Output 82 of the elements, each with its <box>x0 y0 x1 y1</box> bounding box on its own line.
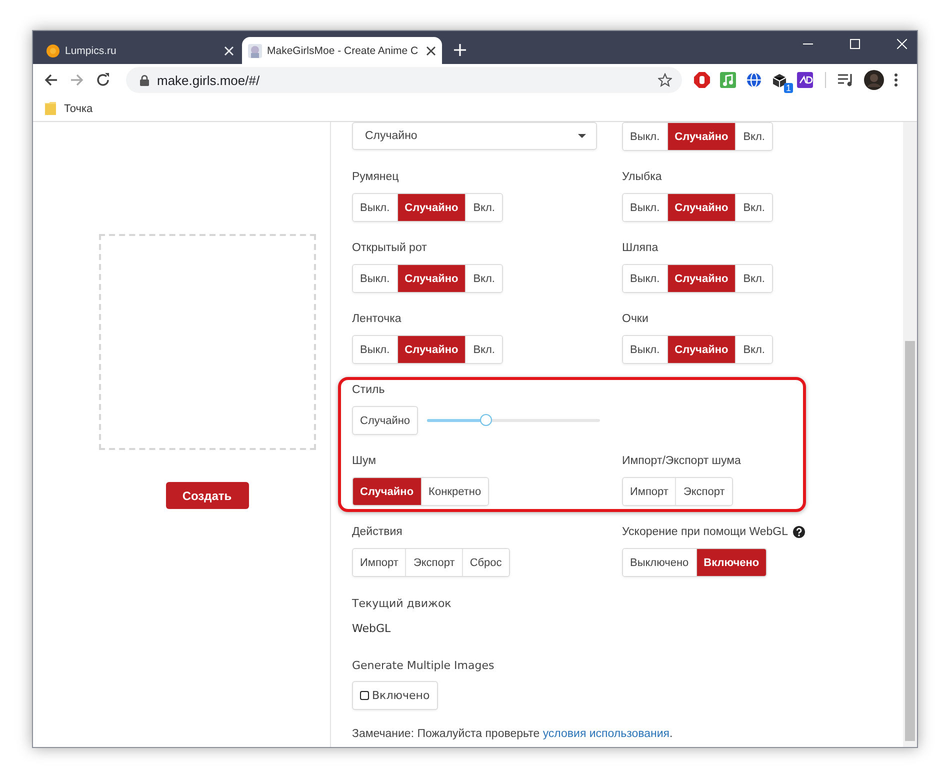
option-button[interactable]: Случайно <box>666 265 736 292</box>
option-button[interactable]: Сброс <box>462 549 509 576</box>
option-button[interactable]: Выкл. <box>353 265 397 292</box>
reload-icon[interactable] <box>96 73 110 87</box>
site-icon <box>46 44 60 58</box>
new-tab-icon[interactable] <box>454 44 466 56</box>
field-label: Открытый рот <box>352 242 427 254</box>
option-button[interactable]: Вкл. <box>735 123 772 150</box>
lock-icon <box>140 74 149 86</box>
option-button[interactable]: Случайно <box>353 478 421 505</box>
option-button[interactable]: Выкл. <box>623 336 667 363</box>
field-label: Очки <box>622 313 648 325</box>
close-icon[interactable] <box>426 46 436 56</box>
dropdown[interactable]: Случайно <box>352 122 597 150</box>
field-label: Шляпа <box>622 242 658 254</box>
field-label: Текущий движок <box>352 596 452 610</box>
field-label: Улыбка <box>622 171 662 183</box>
option-button[interactable]: Вкл. <box>735 265 772 292</box>
option-button[interactable]: Случайно <box>666 336 736 363</box>
field-label: Румянец <box>352 171 399 183</box>
music-note-icon[interactable] <box>720 72 736 88</box>
back-icon[interactable] <box>44 73 58 87</box>
slider-track[interactable] <box>427 414 600 427</box>
option-button[interactable]: Вкл. <box>735 336 772 363</box>
field-label: Ленточка <box>352 313 402 325</box>
option-button[interactable]: Выкл. <box>623 194 667 221</box>
tab-title: Lumpics.ru <box>65 44 118 56</box>
option-button[interactable]: Экспорт <box>405 549 462 576</box>
browser-tab[interactable]: MakeGirlsMoe - Create Anime C <box>242 37 442 64</box>
extension-icon[interactable] <box>797 72 813 88</box>
count-badge: 1 <box>784 82 793 92</box>
option-button[interactable]: Вкл. <box>465 336 502 363</box>
option-button[interactable]: Выкл. <box>353 336 397 363</box>
star-icon[interactable] <box>658 73 672 87</box>
option-button[interactable]: Случайно <box>666 194 736 221</box>
url-text: make.girls.moe/#/ <box>157 72 261 88</box>
option-button[interactable]: Вкл. <box>465 265 502 292</box>
folder-icon <box>45 102 56 115</box>
playlist-icon[interactable] <box>838 73 854 87</box>
option-button[interactable]: Включено <box>696 549 766 576</box>
option-button[interactable]: Экспорт <box>675 478 732 505</box>
browser-tab[interactable]: Lumpics.ru <box>40 37 240 64</box>
option-button[interactable]: Конкретно <box>420 478 488 505</box>
option-button[interactable]: Вкл. <box>735 194 772 221</box>
cube-icon[interactable] <box>772 72 787 88</box>
option-button[interactable]: Случайно <box>396 265 466 292</box>
option-button[interactable]: Выкл. <box>623 123 667 150</box>
option-button[interactable]: Случайно <box>396 336 466 363</box>
address-bar[interactable]: make.girls.moe/#/ <box>126 67 682 93</box>
option-button[interactable]: Выкл. <box>623 265 667 292</box>
create-button[interactable]: Создать <box>166 482 248 509</box>
bookmark-item[interactable]: Точка <box>45 102 93 115</box>
maximize-icon[interactable] <box>850 39 860 49</box>
slider-thumb[interactable] <box>480 414 492 426</box>
field-label: Шум <box>352 455 376 467</box>
field-label: Ускорение при помощи WebGL <box>622 526 788 538</box>
toggle-button[interactable]: Включено <box>352 681 438 710</box>
scrollbar[interactable] <box>903 122 917 747</box>
option-button[interactable]: Импорт <box>623 478 676 505</box>
option-button[interactable]: Импорт <box>353 549 406 576</box>
field-label: Действия <box>352 526 402 538</box>
option-button[interactable]: Выключено <box>623 549 696 576</box>
caret-icon <box>578 134 586 138</box>
option-button[interactable]: Вкл. <box>465 194 502 221</box>
option-button[interactable]: Случайно <box>666 123 736 150</box>
tab-title: MakeGirlsMoe - Create Anime C <box>267 44 420 56</box>
notice-text: Замечание: Пожалуйста проверьте условия использования. <box>352 728 674 740</box>
scrollbar-thumb[interactable] <box>905 341 915 741</box>
field-label: Импорт/Экспорт шума <box>622 455 741 467</box>
field-label: Generate Multiple Images <box>352 658 494 672</box>
engine-value: WebGL <box>352 621 392 637</box>
random-button[interactable]: Случайно <box>352 406 418 435</box>
menu-icon[interactable] <box>894 73 898 87</box>
option-button[interactable]: Случайно <box>396 194 466 221</box>
site-icon <box>248 44 262 58</box>
field-label: Стиль <box>352 384 385 396</box>
dropdown-value: Случайно <box>365 130 418 142</box>
terms-link[interactable]: условия использования <box>542 728 670 740</box>
avatar-icon[interactable] <box>864 70 884 90</box>
option-button[interactable]: Выкл. <box>353 194 397 221</box>
globe-icon[interactable] <box>746 72 762 88</box>
help-icon[interactable] <box>793 526 806 538</box>
